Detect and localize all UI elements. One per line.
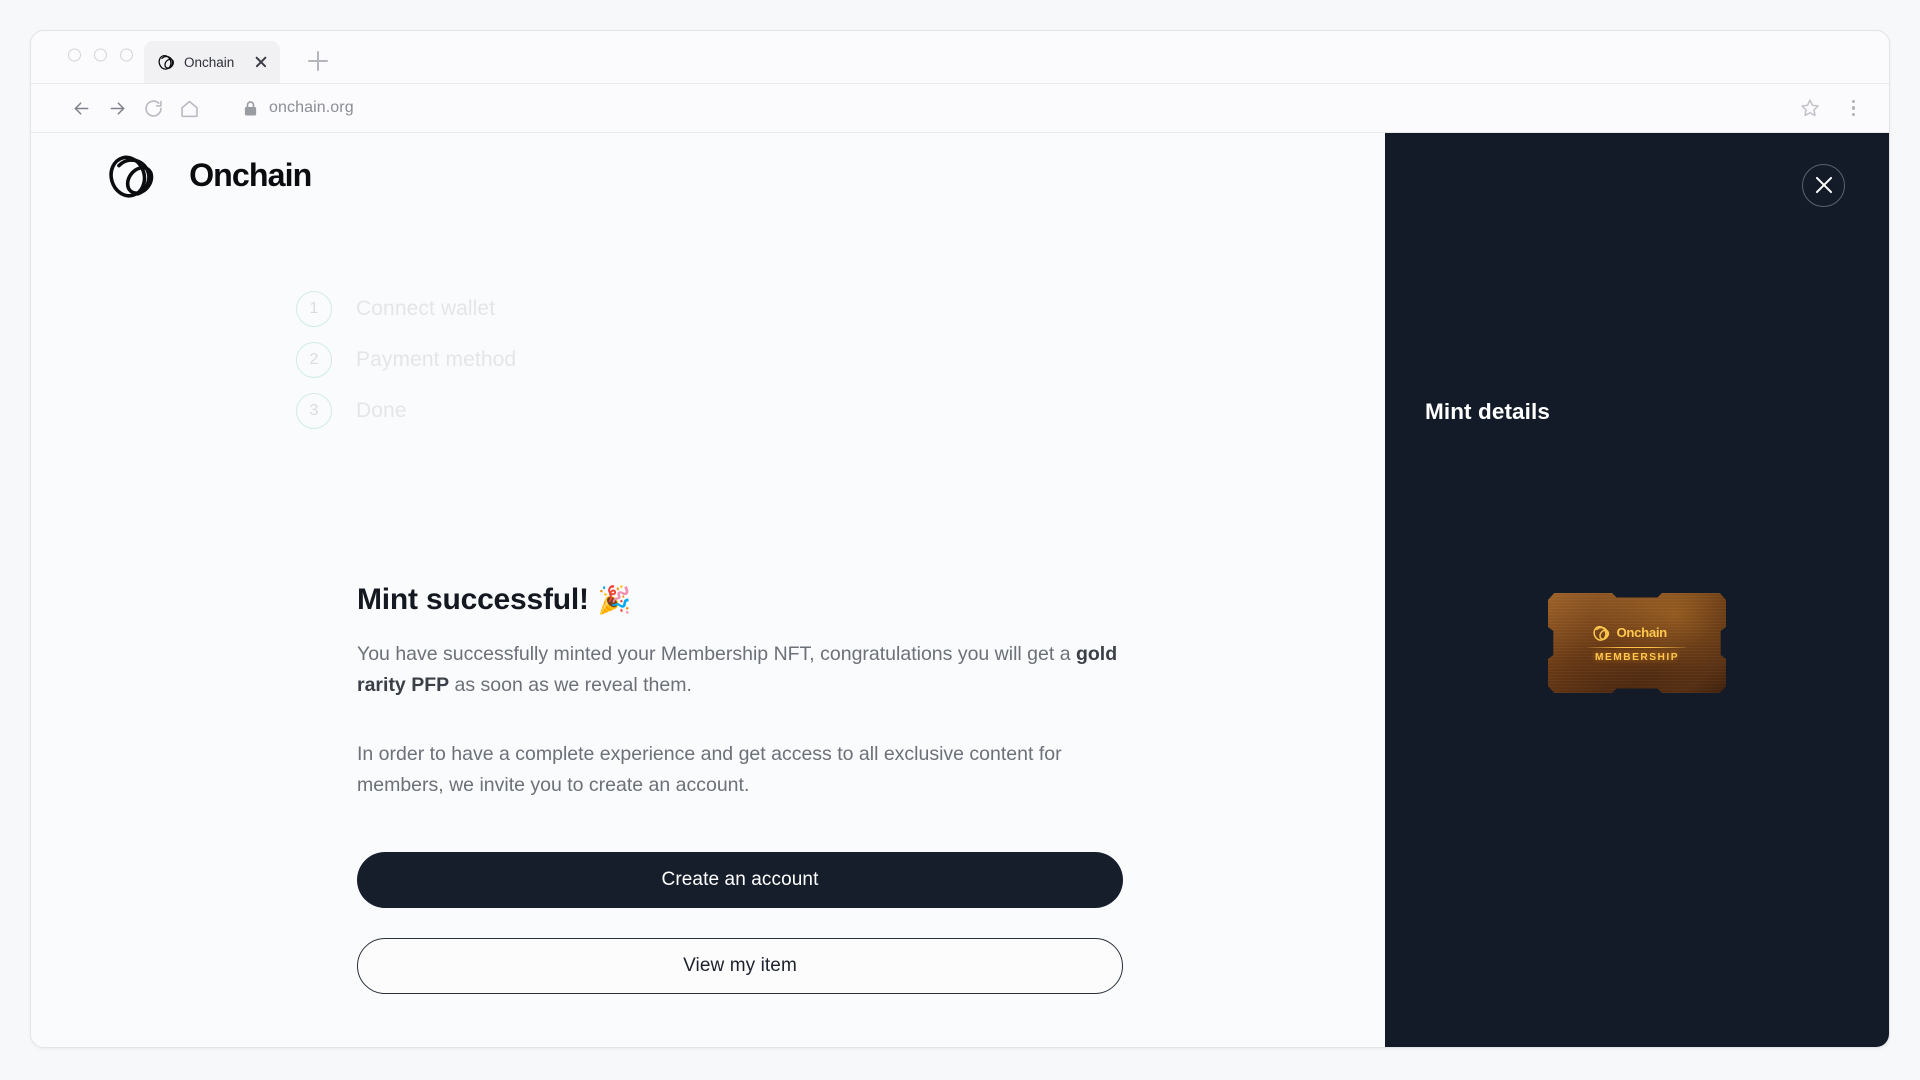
stepper-item-connect-wallet[interactable]: 1 Connect wallet [296, 291, 516, 327]
nft-brand-lockup [1592, 624, 1683, 643]
onchain-logo-icon [1592, 624, 1611, 643]
step-number: 3 [296, 393, 332, 429]
checkout-stepper: 1 Connect wallet 2 Payment method 3 Done [296, 291, 516, 429]
address-origin: onchain.org [243, 99, 354, 117]
kebab-menu-icon[interactable] [1843, 98, 1863, 118]
lock-icon [244, 100, 257, 115]
star-icon[interactable] [1799, 97, 1821, 119]
nft-membership-card[interactable]: MEMBERSHIP [1548, 593, 1726, 693]
mint-details-panel: Mint details MEMBERSHIP [1385, 133, 1889, 1047]
party-popper-icon: 🎉 [597, 585, 632, 615]
site-logo[interactable] [105, 150, 367, 204]
page-viewport: 1 Connect wallet 2 Payment method 3 Done… [31, 133, 1889, 1047]
success-description-part1: You have successfully minted your Member… [357, 643, 1076, 665]
onchain-logo-icon [105, 150, 159, 204]
window-maximize-button[interactable] [120, 48, 133, 62]
success-description: You have successfully minted your Member… [357, 639, 1123, 701]
forward-arrow-icon[interactable] [99, 90, 135, 126]
back-arrow-icon[interactable] [63, 90, 99, 126]
window-close-button[interactable] [68, 48, 81, 62]
page-title: Mint successful! 🎉 [357, 583, 1123, 617]
onchain-wordmark [169, 160, 367, 194]
tab-title: Onchain [184, 54, 235, 70]
new-tab-button[interactable] [306, 49, 330, 73]
stepper-item-payment-method[interactable]: 2 Payment method [296, 342, 516, 378]
browser-tab-strip: Onchain [31, 31, 1889, 84]
onchain-logo-icon [157, 53, 176, 72]
step-number: 1 [296, 291, 332, 327]
success-description-part2: as soon as we reveal them. [449, 674, 692, 696]
account-invite-text: In order to have a complete experience a… [357, 743, 1062, 796]
window-controls [68, 48, 133, 62]
nft-tier-label: MEMBERSHIP [1594, 651, 1680, 663]
tab-close-icon[interactable] [253, 54, 269, 70]
onchain-wordmark [1615, 626, 1683, 640]
stepper-item-done[interactable]: 3 Done [296, 393, 516, 429]
browser-address-bar: onchain.org [31, 84, 1889, 133]
view-my-item-button[interactable]: View my item [357, 938, 1123, 994]
address-bar-actions [1799, 97, 1863, 119]
step-number: 2 [296, 342, 332, 378]
window-minimize-button[interactable] [94, 48, 107, 62]
mint-success-content: Mint successful! 🎉 You have successfully… [357, 583, 1123, 994]
browser-window: Onchain onchain.org 1 Connect wallet 2 P… [30, 30, 1890, 1048]
url-text[interactable]: onchain.org [269, 99, 354, 117]
create-account-button[interactable]: Create an account [357, 852, 1123, 908]
panel-title: Mint details [1425, 399, 1550, 424]
step-label: Connect wallet [356, 297, 496, 320]
page-title-text: Mint successful! [357, 583, 589, 616]
reload-icon[interactable] [135, 90, 171, 126]
close-panel-button[interactable] [1802, 164, 1845, 207]
step-label: Payment method [356, 348, 517, 371]
nft-divider [1588, 646, 1686, 648]
browser-tab-onchain[interactable]: Onchain [144, 41, 280, 83]
home-icon[interactable] [171, 90, 207, 126]
step-label: Done [356, 399, 407, 422]
nft-card-content: MEMBERSHIP [1548, 593, 1726, 693]
